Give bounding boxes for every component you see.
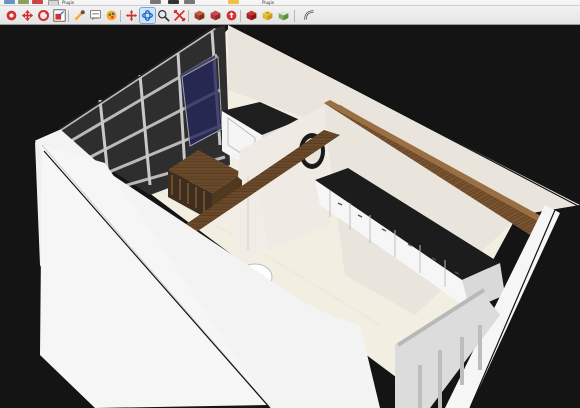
select-icon[interactable] (4, 8, 19, 23)
components-icon[interactable] (192, 8, 207, 23)
model-viewport[interactable] (0, 25, 580, 408)
rotate-icon[interactable] (36, 8, 51, 23)
extension-icon[interactable] (244, 8, 259, 23)
main-toolbar: Plugin Plugin (0, 0, 580, 25)
sun-icon[interactable] (228, 0, 239, 4)
toolbar-lower-row (0, 5, 580, 25)
solid-tools-icon[interactable] (260, 8, 275, 23)
follow-me-icon[interactable] (302, 8, 317, 23)
tape-measure-icon[interactable] (72, 8, 87, 23)
toolbar-separator (188, 10, 189, 22)
record-icon[interactable] (32, 0, 43, 4)
sketchup-window: Plugin Plugin (0, 0, 580, 408)
open-file-icon[interactable] (18, 0, 29, 4)
toolbar-separator (120, 10, 121, 22)
dimension-icon[interactable] (88, 8, 103, 23)
new-file-icon[interactable] (4, 0, 15, 4)
shadow-icon[interactable] (168, 0, 179, 4)
warehouse-icon[interactable] (224, 8, 239, 23)
toolbar-separator (68, 10, 69, 22)
pan-icon[interactable] (124, 8, 139, 23)
fog-icon[interactable] (184, 0, 195, 4)
zoom-icon[interactable] (156, 8, 171, 23)
toolbar-separator (294, 10, 295, 22)
toolbar-separator (240, 10, 241, 22)
materials-icon[interactable] (208, 8, 223, 23)
print-icon[interactable] (150, 0, 161, 4)
orbit-icon[interactable] (139, 7, 156, 24)
move-icon[interactable] (20, 8, 35, 23)
paint-bucket-icon[interactable] (104, 8, 119, 23)
sandbox-icon[interactable] (276, 8, 291, 23)
scale-icon[interactable] (52, 8, 67, 23)
zoom-extents-icon[interactable] (172, 8, 187, 23)
